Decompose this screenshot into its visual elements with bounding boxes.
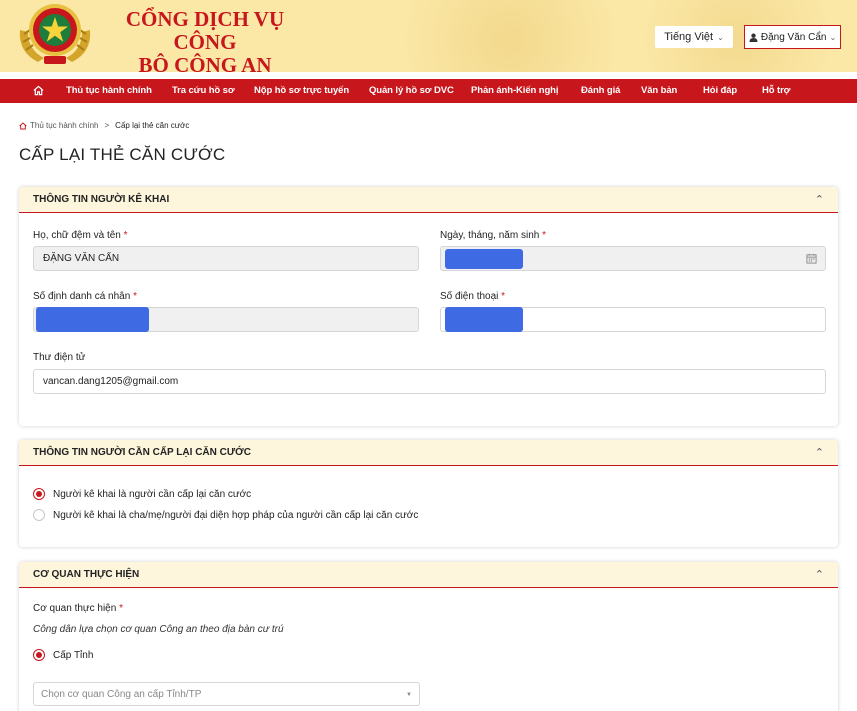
redacted-phone bbox=[445, 307, 523, 332]
radio-selected-indicator[interactable] bbox=[33, 649, 45, 661]
nav-item-documents[interactable]: Văn bản bbox=[641, 79, 677, 103]
phone-label: Số điện thoại * bbox=[440, 291, 506, 302]
breadcrumb: Thủ tục hành chính > Cấp lại thẻ căn cướ… bbox=[19, 121, 189, 130]
user-icon bbox=[749, 33, 758, 42]
language-select[interactable]: Tiếng Việt ⌄ bbox=[655, 26, 733, 48]
personal-id-label: Số định danh cá nhân * bbox=[33, 291, 137, 302]
nav-item-lookup[interactable]: Tra cứu hồ sơ bbox=[172, 79, 235, 103]
section-title: CƠ QUAN THỰC HIỆN bbox=[33, 569, 140, 580]
redacted-dob bbox=[445, 249, 523, 269]
user-menu-button[interactable]: Đặng Văn Cẩn ⌄ bbox=[744, 25, 841, 49]
home-icon[interactable] bbox=[33, 85, 44, 96]
email-label: Thư điện tử bbox=[33, 352, 86, 363]
agency-select[interactable]: Chọn cơ quan Công an cấp Tỉnh/TP ▼ bbox=[33, 682, 420, 706]
declarant-info-card: THÔNG TIN NGƯỜI KÊ KHAI ⌃ Họ, chữ đệm và… bbox=[19, 187, 838, 426]
section-title: THÔNG TIN NGƯỜI CẦN CẤP LẠI CĂN CƯỚC bbox=[33, 447, 251, 458]
agency-card: CƠ QUAN THỰC HIỆN ⌃ Cơ quan thực hiện * … bbox=[19, 562, 838, 711]
declarant-info-header[interactable]: THÔNG TIN NGƯỜI KÊ KHAI ⌃ bbox=[19, 187, 838, 213]
site-title[interactable]: CỔNG DỊCH VỤ CÔNG BỘ CÔNG AN bbox=[110, 7, 300, 73]
nav-item-submit-online[interactable]: Nộp hồ sơ trực tuyến bbox=[254, 79, 349, 103]
nav-item-feedback[interactable]: Phản ánh-Kiến nghị bbox=[471, 79, 559, 103]
calendar-icon[interactable] bbox=[806, 253, 817, 264]
site-title-line1: CỔNG DỊCH VỤ CÔNG bbox=[125, 7, 285, 54]
email-field[interactable]: vancan.dang1205@gmail.com bbox=[33, 369, 826, 394]
radio-representative-label: Người kê khai là cha/mẹ/người đại diện h… bbox=[53, 509, 419, 521]
agency-header[interactable]: CƠ QUAN THỰC HIỆN ⌃ bbox=[19, 562, 838, 588]
dob-label: Ngày, tháng, năm sinh * bbox=[440, 230, 547, 241]
breadcrumb-current: Cấp lại thẻ căn cước bbox=[115, 121, 190, 130]
site-header: CỔNG DỊCH VỤ CÔNG BỘ CÔNG AN Tiếng Việt … bbox=[0, 0, 857, 72]
agency-hint: Công dân lựa chọn cơ quan Công an theo đ… bbox=[33, 624, 284, 635]
user-name: Đặng Văn Cẩn bbox=[760, 31, 827, 43]
radio-self[interactable]: Người kê khai là người cần cấp lại căn c… bbox=[33, 488, 251, 500]
radio-representative[interactable]: Người kê khai là cha/mẹ/người đại diện h… bbox=[33, 509, 418, 521]
agency-label: Cơ quan thực hiện * bbox=[33, 603, 123, 614]
radio-self-label: Người kê khai là người cần cấp lại căn c… bbox=[53, 488, 252, 500]
language-label: Tiếng Việt bbox=[664, 31, 714, 43]
police-emblem-icon[interactable] bbox=[16, 0, 94, 66]
applicant-info-header[interactable]: THÔNG TIN NGƯỜI CẦN CẤP LẠI CĂN CƯỚC ⌃ bbox=[19, 440, 838, 466]
nav-item-qa[interactable]: Hỏi đáp bbox=[703, 79, 737, 103]
radio-unselected-indicator[interactable] bbox=[33, 509, 45, 521]
chevron-down-icon: ⌄ bbox=[829, 32, 837, 42]
main-nav: Thủ tục hành chính Tra cứu hồ sơ Nộp hồ … bbox=[0, 79, 857, 103]
chevron-up-icon[interactable]: ⌃ bbox=[815, 193, 824, 206]
nav-item-support[interactable]: Hỗ trợ bbox=[762, 79, 790, 103]
chevron-up-icon[interactable]: ⌃ bbox=[815, 568, 824, 581]
chevron-down-icon: ⌄ bbox=[717, 32, 724, 42]
section-title: THÔNG TIN NGƯỜI KÊ KHAI bbox=[33, 194, 170, 205]
redacted-personal-id bbox=[36, 307, 149, 332]
nav-item-rating[interactable]: Đánh giá bbox=[581, 79, 620, 103]
breadcrumb-home[interactable]: Thủ tục hành chính bbox=[30, 121, 99, 130]
full-name-field[interactable]: ĐẶNG VĂN CẨN bbox=[33, 246, 419, 271]
site-title-line2: BỘ CÔNG AN bbox=[138, 53, 272, 73]
breadcrumb-separator: > bbox=[104, 121, 110, 130]
full-name-label: Họ, chữ đệm và tên * bbox=[33, 230, 128, 241]
nav-item-manage-dvc[interactable]: Quản lý hồ sơ DVC bbox=[369, 79, 454, 103]
radio-province-label: Cấp Tỉnh bbox=[53, 649, 94, 661]
page-title: CẤP LẠI THẺ CĂN CƯỚC bbox=[19, 145, 226, 164]
radio-selected-indicator[interactable] bbox=[33, 488, 45, 500]
agency-select-placeholder: Chọn cơ quan Công an cấp Tỉnh/TP bbox=[41, 688, 202, 700]
caret-down-icon: ▼ bbox=[406, 692, 412, 698]
applicant-info-card: THÔNG TIN NGƯỜI CẦN CẤP LẠI CĂN CƯỚC ⌃ N… bbox=[19, 440, 838, 547]
chevron-up-icon[interactable]: ⌃ bbox=[815, 446, 824, 459]
home-icon[interactable] bbox=[19, 121, 27, 130]
nav-item-procedures[interactable]: Thủ tục hành chính bbox=[66, 79, 152, 103]
radio-province-level[interactable]: Cấp Tỉnh bbox=[33, 649, 93, 661]
header-decoration bbox=[380, 0, 640, 72]
